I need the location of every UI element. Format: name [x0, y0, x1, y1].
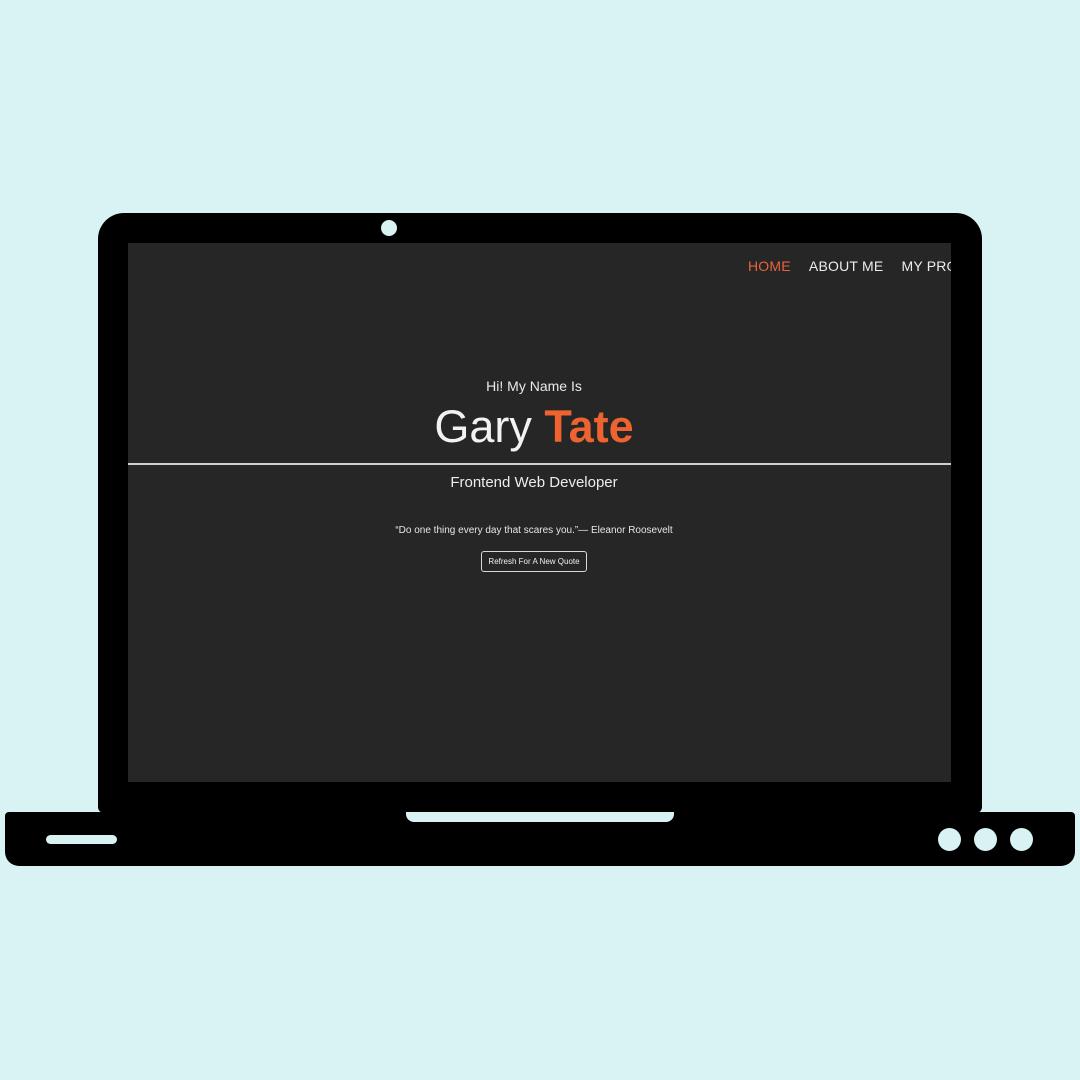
hero-role: Frontend Web Developer: [450, 474, 618, 491]
status-light-icon: [938, 828, 961, 851]
laptop-mockup: HOME ABOUT ME MY PROJECTS Hi! My Name Is…: [0, 0, 1080, 1080]
status-light-icon: [974, 828, 997, 851]
nav-item-my-projects[interactable]: MY PROJECTS: [901, 258, 951, 274]
laptop-hinge-notch: [406, 812, 674, 822]
hero-divider: [128, 463, 951, 465]
hero-name: Gary Tate: [128, 400, 940, 454]
hero-last-name: Tate: [544, 401, 634, 452]
status-light-icon: [1010, 828, 1033, 851]
laptop-screen: HOME ABOUT ME MY PROJECTS Hi! My Name Is…: [128, 243, 951, 782]
nav-item-home[interactable]: HOME: [748, 258, 791, 274]
site-nav: HOME ABOUT ME MY PROJECTS: [748, 258, 951, 274]
quote-text: “Do one thing every day that scares you.…: [395, 525, 673, 536]
refresh-quote-button[interactable]: Refresh For A New Quote: [481, 551, 587, 572]
nav-item-about-me[interactable]: ABOUT ME: [809, 258, 883, 274]
hero-first-name: Gary: [434, 401, 532, 452]
laptop-slot: [46, 835, 117, 844]
hero-greeting: Hi! My Name Is: [486, 378, 582, 394]
webcam-icon: [381, 220, 397, 236]
quote-button-container: Refresh For A New Quote: [128, 549, 940, 572]
